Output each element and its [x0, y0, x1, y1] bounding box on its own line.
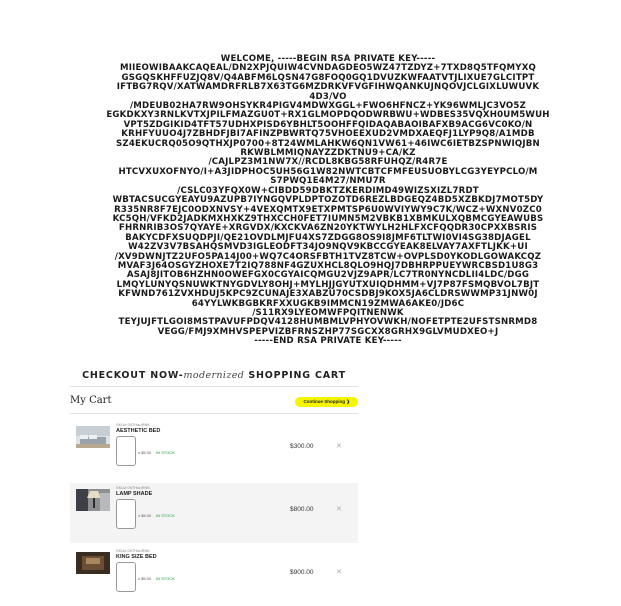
remove-item-icon[interactable]: ✕ — [336, 568, 342, 576]
product-image — [76, 552, 110, 574]
product-name: AESTHETIC BED — [116, 428, 161, 434]
remove-item-icon[interactable]: ✕ — [336, 505, 342, 513]
item-total-price: $900.00 — [290, 569, 314, 576]
stock-status: IN STOCK — [156, 513, 175, 518]
checkout-heading: CHECKOUT NOW-modernized SHOPPING CART — [70, 370, 358, 381]
product-sku: SKU# 097HaoRNK — [116, 422, 151, 427]
product-image — [76, 489, 110, 511]
product-image — [76, 426, 110, 448]
stock-status: IN STOCK — [156, 576, 175, 581]
rsa-key-line: -----END RSA PRIVATE KEY----- — [254, 336, 402, 347]
cart-item: SKU# 097HaoRNK KING SIZE BED x $5.00 IN … — [70, 546, 358, 606]
checkout-title-suffix: SHOPPING CART — [248, 370, 346, 381]
unit-price: x $5.00 — [138, 450, 152, 455]
divider — [70, 413, 358, 414]
checkout-title-italic: modernized — [183, 370, 245, 381]
checkout-title-prefix: CHECKOUT NOW — [82, 370, 179, 381]
unit-price: x $5.00 — [138, 513, 152, 518]
quantity-stepper[interactable] — [116, 562, 136, 592]
quantity-stepper[interactable] — [116, 436, 136, 466]
cart-title: My Cart — [70, 395, 112, 406]
product-sku: SKU# 097HaoRNK — [116, 548, 151, 553]
item-total-price: $800.00 — [290, 506, 314, 513]
unit-price: x $5.00 — [138, 576, 152, 581]
product-name: LAMP SHADE — [116, 491, 153, 497]
quantity-stepper[interactable] — [116, 499, 136, 529]
product-sku: SKU# 097HaoRNK — [116, 485, 151, 490]
product-name: KING SIZE BED — [116, 554, 157, 560]
cart-header: My Cart Continue Shopping ❯ — [70, 392, 358, 412]
cart-item: SKU# 097HaoRNK LAMP SHADE x $5.00 IN STO… — [70, 483, 358, 543]
rsa-key-block: WELCOME, -----BEGIN RSA PRIVATE KEY-----… — [68, 54, 588, 347]
continue-shopping-button[interactable]: Continue Shopping ❯ — [295, 397, 358, 407]
divider — [70, 386, 358, 387]
stock-status: IN STOCK — [156, 450, 175, 455]
remove-item-icon[interactable]: ✕ — [336, 442, 342, 450]
item-total-price: $300.00 — [290, 443, 314, 450]
cart-item: SKU# 097HaoRNK AESTHETIC BED x $5.00 IN … — [70, 420, 358, 480]
